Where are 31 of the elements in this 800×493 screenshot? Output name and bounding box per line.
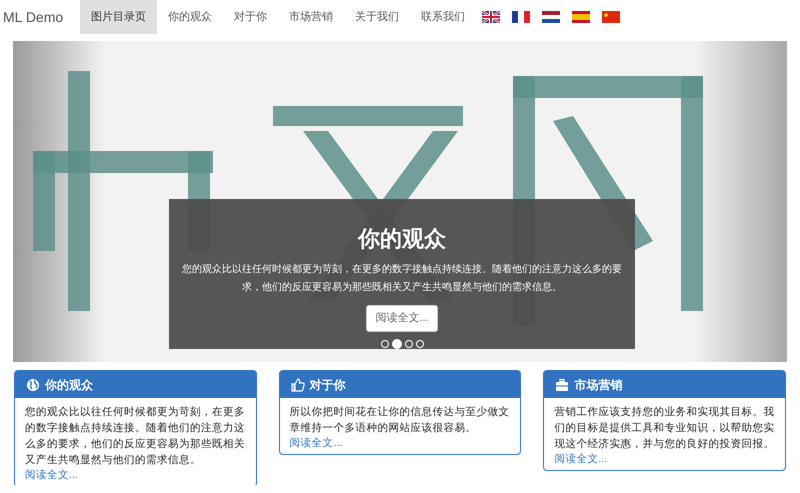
card-text: 所以你把时间花在让你的信息传达与至少做文章维持一个多语种的网站应该很容易。	[290, 405, 510, 436]
flag-icon[interactable]	[482, 11, 500, 23]
flag-icon[interactable]	[572, 11, 590, 23]
globe-icon	[26, 378, 40, 392]
nav-link[interactable]: 联系我们	[410, 0, 476, 34]
read-more-link[interactable]: 阅读全文...	[554, 452, 776, 467]
carousel-indicator[interactable]	[416, 340, 424, 348]
caption-title: 你的观众	[358, 225, 446, 253]
caption-text: 您的观众比以往任何时候都更为苛刻，在更多的数字接触点持续连接。随着他们的注意力这么多的要求，他们的反应更容易为那些既相关又产生共鸣显然与他们的需求信息。	[181, 262, 623, 295]
brand-name[interactable]: ML Demo	[0, 6, 66, 28]
carousel-indicator[interactable]	[404, 340, 412, 348]
card-title: 对于你	[310, 376, 346, 394]
nav-link[interactable]: 关于我们	[344, 0, 410, 34]
read-more-link[interactable]: 阅读全文...	[290, 436, 510, 451]
nav-link[interactable]: 图片目录页	[80, 0, 158, 34]
flag-icon[interactable]	[542, 11, 560, 23]
card-text: 您的观众比以往任何时候都更为苛刻，在更多的数字接触点持续连接。随着他们的注意力这么多的要求，他们的反应更容易为那些既相关又产生共鸣显然与他们的需求信息。	[25, 405, 246, 468]
nav-link[interactable]: 对于你	[223, 0, 278, 34]
nav-link[interactable]: 市场营销	[278, 0, 344, 34]
briefcase-icon	[555, 378, 570, 392]
flag-icon[interactable]	[602, 11, 620, 23]
flag-icon[interactable]	[512, 11, 530, 23]
read-more-link[interactable]: 阅读全文...	[25, 468, 246, 483]
thumb-icon	[290, 378, 305, 392]
carousel-indicator[interactable]	[392, 338, 402, 348]
read-more-button[interactable]: 阅读全文...	[366, 305, 438, 332]
card-title: 市场营销	[574, 376, 622, 394]
nav-link[interactable]: 你的观众	[157, 0, 224, 34]
card-text: 营销工作应该支持您的业务和实现其目标。我们的目标是提供工具和专业知识，以帮助您实现这个经济实惠，并与您的良好的投资回报。	[554, 405, 776, 452]
card-title: 你的观众	[45, 376, 93, 394]
carousel-indicator[interactable]	[380, 340, 388, 348]
